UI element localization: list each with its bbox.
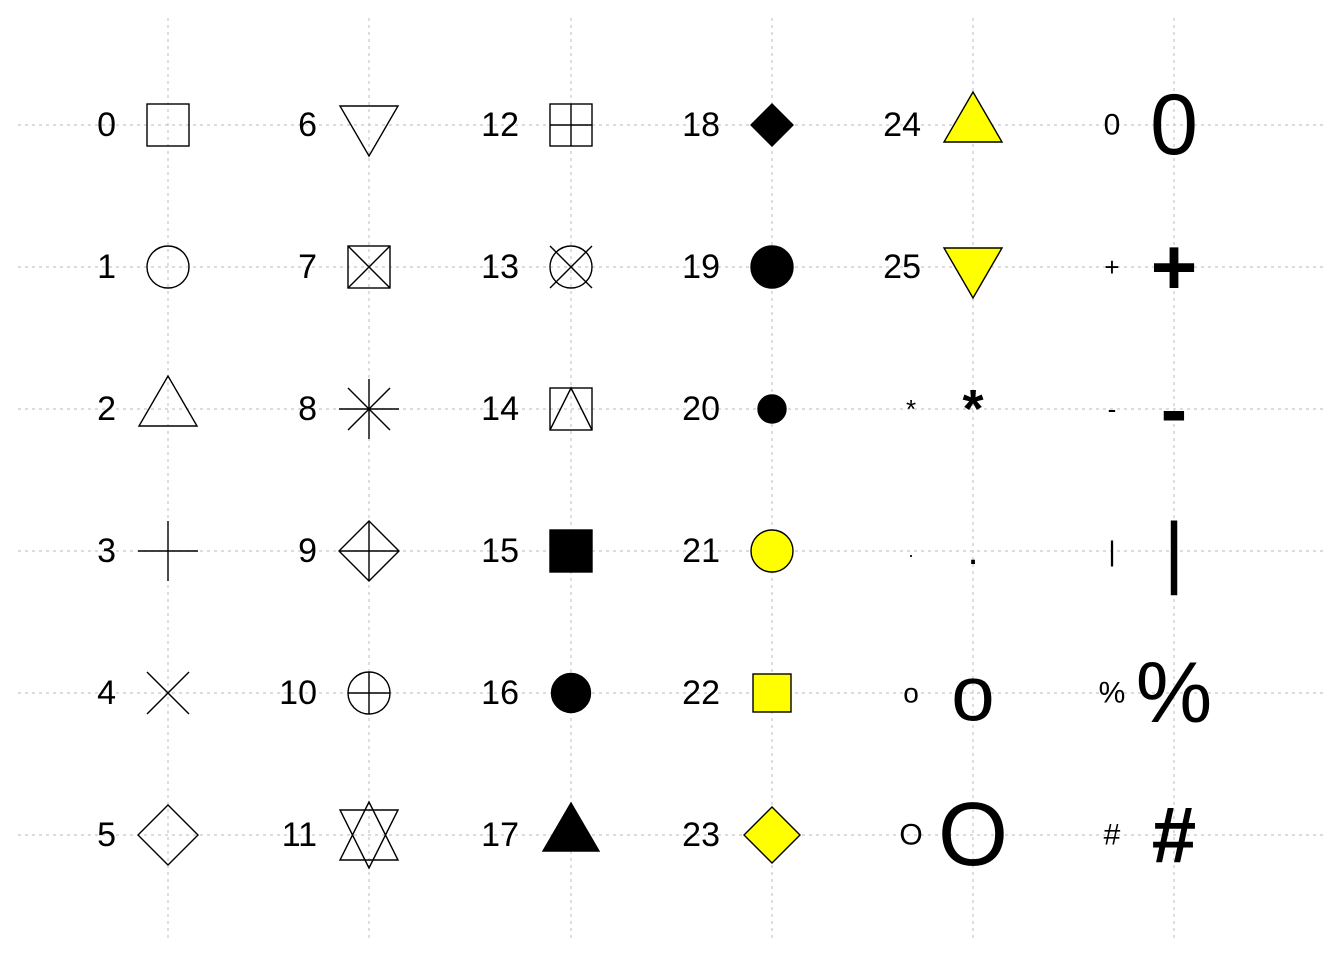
point-0-1: 1 xyxy=(97,245,190,289)
point-label: 25 xyxy=(883,248,921,286)
point-glyph: | xyxy=(1164,507,1185,596)
point-1-5: 11 xyxy=(282,800,400,870)
point-label: 0 xyxy=(97,106,116,144)
point-1-3: 9 xyxy=(298,520,400,582)
point-label: 9 xyxy=(298,532,317,570)
point-4-0: 24 xyxy=(883,90,1004,144)
point-4-4: oo xyxy=(903,649,994,737)
point-label: 11 xyxy=(282,816,317,854)
point-label: 4 xyxy=(97,674,116,712)
point-5-5: # # xyxy=(1104,791,1197,880)
point-5-4: %% xyxy=(1099,645,1213,741)
point-1-2: 8 xyxy=(298,379,399,439)
point-label: 16 xyxy=(481,674,519,712)
point-label: 15 xyxy=(481,532,519,570)
point-label: 6 xyxy=(298,106,317,144)
point-glyph: - xyxy=(1161,365,1188,454)
point-label: 23 xyxy=(682,816,720,854)
point-label: % xyxy=(1099,677,1126,710)
point-label: 0 xyxy=(1104,109,1121,142)
point-label: - xyxy=(1108,394,1117,424)
point-0-4: 4 xyxy=(97,671,190,715)
point-0-3: 3 xyxy=(97,521,198,581)
point-label: 17 xyxy=(481,816,519,854)
point-label: . xyxy=(908,541,913,561)
point-label: 13 xyxy=(481,248,519,286)
point-label: 21 xyxy=(682,532,720,570)
point-label: 18 xyxy=(682,106,720,144)
point-4-5: OO xyxy=(899,785,1008,885)
grid-lines xyxy=(18,18,1326,942)
point-label: O xyxy=(899,819,922,852)
point-label: 19 xyxy=(682,248,720,286)
point-glyph: # xyxy=(1152,791,1197,880)
point-glyph: + xyxy=(1151,223,1198,312)
point-label: o xyxy=(903,678,919,709)
point-label: + xyxy=(1104,252,1119,282)
point-label: | xyxy=(1108,536,1115,567)
point-label: 20 xyxy=(682,390,720,428)
point-label: 3 xyxy=(97,532,116,570)
point-glyph: 0 xyxy=(1150,77,1198,173)
point-5-1: + + xyxy=(1104,223,1197,312)
point-glyph: o xyxy=(951,649,994,737)
point-label: 10 xyxy=(279,674,317,712)
point-4-1: 25 xyxy=(883,247,1004,300)
point-label: 1 xyxy=(97,248,116,286)
point-2-4: 16 xyxy=(481,672,592,714)
point-3-0: 18 xyxy=(682,103,794,147)
point-3-4: 22 xyxy=(682,673,792,713)
point-label: 7 xyxy=(298,248,317,286)
point-0-0: 0 xyxy=(97,103,190,147)
point-label: * xyxy=(906,394,916,424)
point-label: 14 xyxy=(481,390,519,428)
point-shapes-chart: 0123456789101112131415161718192021222324… xyxy=(18,18,1326,942)
point-glyph: % xyxy=(1136,645,1212,741)
point-glyph: O xyxy=(938,785,1008,885)
point-markers: 0123456789101112131415161718192021222324… xyxy=(97,77,1212,885)
point-label: 8 xyxy=(298,390,317,428)
point-glyph: * xyxy=(962,379,983,439)
point-0-5: 5 xyxy=(97,804,199,866)
point-label: 22 xyxy=(682,674,720,712)
point-label: 5 xyxy=(97,816,116,854)
point-3-1: 19 xyxy=(682,245,794,289)
point-1-0: 6 xyxy=(298,105,400,158)
point-label: 24 xyxy=(883,106,921,144)
point-5-0: 00 xyxy=(1104,77,1198,173)
point-glyph: . xyxy=(967,529,978,573)
point-0-2: 2 xyxy=(97,374,199,428)
point-label: # xyxy=(1104,819,1121,852)
point-2-5: 17 xyxy=(481,801,601,854)
point-3-3: 21 xyxy=(682,529,794,573)
point-label: 12 xyxy=(481,106,519,144)
point-label: 2 xyxy=(97,390,116,428)
